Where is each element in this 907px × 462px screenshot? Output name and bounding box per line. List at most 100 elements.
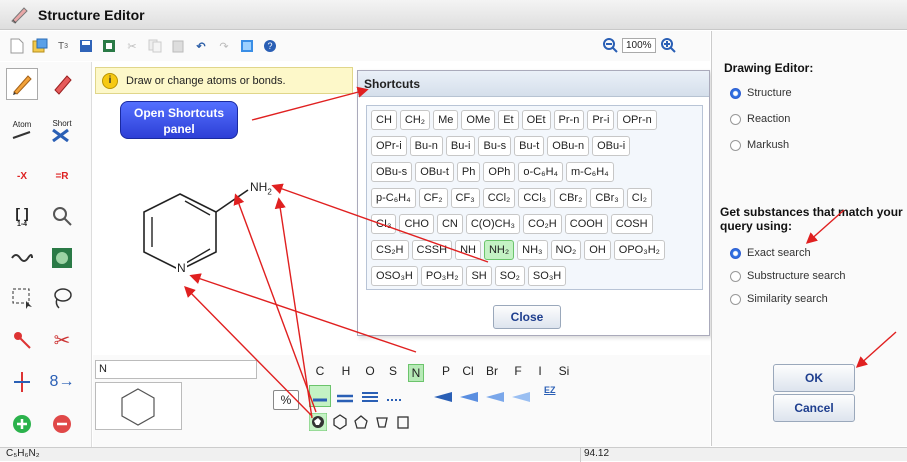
lasso-tool[interactable] — [46, 282, 78, 314]
wavy-bond-tool[interactable] — [6, 242, 38, 274]
help-icon[interactable]: ? — [261, 37, 279, 55]
undo-icon[interactable]: ↶ — [192, 37, 210, 55]
dashed-bond-icon[interactable] — [385, 387, 405, 407]
percent-button[interactable]: % — [273, 390, 299, 410]
shortcut-chip[interactable]: CS₂H — [371, 240, 409, 260]
shortcut-chip[interactable]: Me — [433, 110, 459, 130]
element-button[interactable]: Br — [484, 364, 500, 378]
zoom-in-icon[interactable] — [660, 37, 676, 53]
element-button[interactable]: I — [532, 364, 548, 378]
shortcut-chip[interactable]: CBr₃ — [590, 188, 624, 208]
shortcuts-close-button[interactable]: Close — [493, 305, 561, 329]
stereo-bonds-icon[interactable] — [432, 387, 552, 407]
r-group-tool[interactable]: =R — [46, 160, 78, 192]
shortcut-chip[interactable]: Pr-i — [587, 110, 615, 130]
shortcut-chip[interactable]: Pr-n — [553, 110, 585, 130]
shortcut-chip[interactable]: CH — [371, 110, 397, 130]
shortcut-chip[interactable]: Bu-i — [445, 136, 476, 156]
shortcut-chip[interactable]: OPr-i — [371, 136, 407, 156]
x-group-tool[interactable]: -X — [6, 160, 38, 192]
mode-reaction-radio[interactable]: Reaction — [730, 113, 790, 125]
element-button[interactable]: F — [510, 364, 526, 378]
new-document-icon[interactable] — [8, 37, 26, 55]
paste-icon[interactable] — [169, 37, 187, 55]
ring-pentagon-icon[interactable] — [353, 414, 369, 430]
shortcut-chip[interactable]: Ph — [456, 162, 481, 182]
shortcut-chip[interactable]: Bu-s — [478, 136, 512, 156]
shortcut-chip[interactable]: Bu-n — [409, 136, 443, 156]
shortcut-chip[interactable]: PO₃H₂ — [420, 266, 464, 286]
element-button[interactable]: Cl — [460, 364, 476, 378]
shortcut-chip[interactable]: Bu-t — [514, 136, 545, 156]
ring-nitrogen-label[interactable]: N — [176, 261, 187, 275]
bracket-tool[interactable]: [ ] 1-4 — [6, 200, 38, 232]
shortcut-chip[interactable]: CHO — [399, 214, 434, 234]
pencil-tool[interactable] — [6, 68, 38, 100]
cut-icon[interactable]: ✂ — [123, 37, 141, 55]
redo-icon[interactable]: ↷ — [215, 37, 233, 55]
shortcut-chip[interactable]: CI₂ — [626, 188, 653, 208]
clean-structure-icon[interactable] — [238, 37, 256, 55]
mode-structure-radio[interactable]: Structure — [730, 87, 792, 99]
zoom-level[interactable]: 100% — [622, 37, 656, 53]
ring-template-icon[interactable] — [395, 414, 411, 430]
exact-search-radio[interactable]: Exact search — [730, 247, 811, 259]
ez-button[interactable]: EZ — [544, 385, 556, 395]
shortcut-chip[interactable]: CO₂H — [523, 214, 562, 234]
shortcut-chip[interactable]: m-C₆H₄ — [566, 162, 614, 182]
element-button[interactable]: C — [312, 364, 328, 378]
short-tool[interactable]: Short — [46, 114, 78, 146]
shortcut-chip[interactable]: COOH — [564, 214, 608, 234]
shortcut-chip[interactable]: OPO₃H₂ — [613, 240, 665, 260]
text-tool-icon[interactable]: T3 — [54, 37, 72, 55]
shortcut-chip[interactable]: CCl₃ — [518, 188, 552, 208]
ring-selected-icon[interactable] — [309, 413, 327, 431]
shortcut-chip[interactable]: CSSH — [411, 240, 453, 260]
mode-markush-radio[interactable]: Markush — [730, 139, 789, 151]
shortcut-chip[interactable]: SH — [466, 266, 492, 286]
element-button[interactable]: H — [338, 364, 354, 378]
element-button[interactable]: S — [385, 364, 401, 378]
triple-bond-icon[interactable] — [360, 387, 380, 407]
search-atom-tool[interactable] — [46, 200, 78, 232]
substructure-search-radio[interactable]: Substructure search — [730, 270, 845, 282]
shortcut-chip[interactable]: NO₂ — [550, 240, 582, 260]
rect-select-tool[interactable] — [6, 282, 38, 314]
select-frame-icon[interactable] — [100, 37, 118, 55]
double-bond-icon[interactable] — [335, 387, 355, 407]
single-bond-button[interactable] — [309, 385, 331, 407]
chain-tool[interactable] — [6, 366, 38, 398]
element-button[interactable]: N — [408, 364, 424, 382]
charge-plus-tool[interactable] — [6, 408, 38, 440]
shortcut-chip[interactable]: OH — [584, 240, 611, 260]
eraser-tool[interactable] — [46, 68, 78, 100]
shortcut-chip[interactable]: OBu-s — [371, 162, 413, 182]
atom-map-tool[interactable] — [6, 324, 38, 356]
shortcut-chip[interactable]: p-C₆H₄ — [371, 188, 416, 208]
shortcut-chip[interactable]: COSH — [610, 214, 653, 234]
element-button[interactable]: P — [438, 364, 454, 378]
shortcut-chip[interactable]: SO₂ — [494, 266, 525, 286]
shortcut-chip[interactable]: NH₃ — [517, 240, 548, 260]
ring-square-icon[interactable] — [374, 414, 390, 430]
scissors-tool[interactable]: ✂ — [46, 324, 78, 356]
shortcut-chip[interactable]: CN — [436, 214, 463, 234]
charge-minus-tool[interactable] — [46, 408, 78, 440]
shortcut-chip[interactable]: OBu-i — [592, 136, 631, 156]
shortcut-chip[interactable]: NH — [455, 240, 481, 260]
shortcut-chip[interactable]: CH₂ — [399, 110, 431, 130]
ring-tool[interactable] — [46, 242, 78, 274]
cancel-button[interactable]: Cancel — [773, 394, 855, 422]
shortcut-chip[interactable]: OMe — [461, 110, 496, 130]
atom-tool[interactable]: Atom — [6, 114, 38, 146]
shortcut-chip[interactable]: OBu-n — [547, 136, 590, 156]
amine-label[interactable]: NH2 — [250, 180, 272, 196]
shortcut-chip[interactable]: OPr-n — [617, 110, 657, 130]
shortcut-chip[interactable]: CF₃ — [450, 188, 480, 208]
similarity-search-radio[interactable]: Similarity search — [730, 293, 828, 305]
shortcut-chip[interactable]: NH₂ — [483, 240, 515, 260]
shortcut-chip[interactable]: CCl₂ — [482, 188, 516, 208]
shortcut-chip[interactable]: OEt — [521, 110, 551, 130]
element-button[interactable]: O — [362, 364, 378, 378]
shortcut-chip[interactable]: CF₂ — [418, 188, 448, 208]
